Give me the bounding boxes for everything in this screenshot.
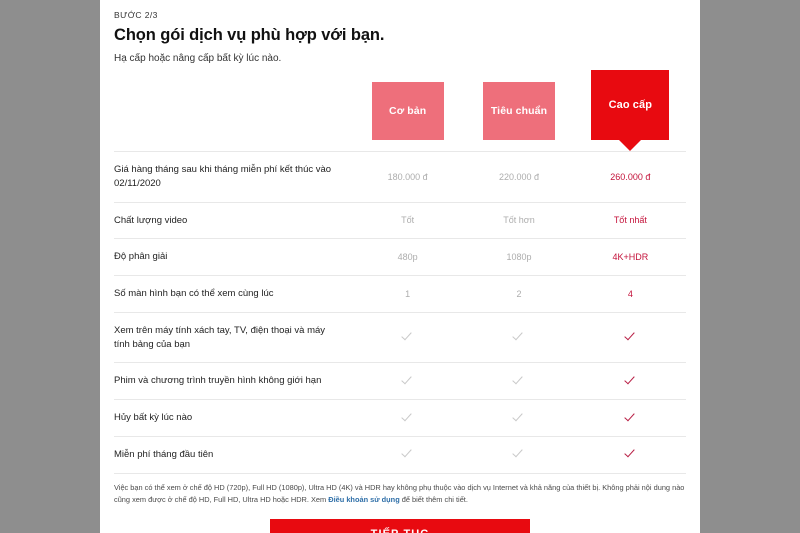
checkmark-icon <box>463 400 574 437</box>
plan-option-standard[interactable]: Tiêu chuẩn <box>482 82 555 140</box>
checkmark-icon <box>352 436 463 472</box>
page-title: Chọn gói dịch vụ phù hợp với bạn. <box>114 26 385 44</box>
continue-button[interactable]: TIẾP TỤC <box>270 518 530 533</box>
feature-value: 4K+HDR <box>612 252 649 263</box>
check-icon <box>402 412 413 423</box>
check-icon <box>513 448 524 459</box>
feature-value: Tốt nhất <box>613 215 647 226</box>
feature-label: Độ phân giải <box>114 251 168 263</box>
feature-value: 2 <box>516 288 522 299</box>
plan-column-standard: Tiêu chuẩn <box>463 70 574 151</box>
feature-label: Hủy bất kỳ lúc nào <box>114 412 193 424</box>
plan-comparison-table: Giá hàng tháng sau khi tháng miễn phí kế… <box>114 151 686 473</box>
plan-header-row: Cơ bản Tiêu chuẩn Cao cấp <box>114 70 686 151</box>
feature-value: 1 <box>405 288 411 299</box>
table-row: Miễn phí tháng đầu tiên <box>114 436 686 472</box>
feature-value: Tốt <box>401 215 415 226</box>
check-icon <box>625 412 636 423</box>
plan-option-basic[interactable]: Cơ bản <box>371 82 444 140</box>
check-icon <box>513 412 524 423</box>
feature-value: 260.000 đ <box>610 171 651 182</box>
feature-value: 220.000 đ <box>498 171 540 182</box>
cta-container: TIẾP TỤC <box>114 506 686 533</box>
table-row: Xem trên máy tính xách tay, TV, điện tho… <box>114 312 686 363</box>
plan-name-label: Cao cấp <box>608 99 653 111</box>
checkmark-icon <box>463 312 574 363</box>
plan-column-basic: Cơ bản <box>352 70 463 151</box>
checkmark-icon <box>575 436 686 472</box>
checkmark-icon <box>463 436 574 472</box>
plan-selection-card: BƯỚC 2/3 Chọn gói dịch vụ phù hợp với bạ… <box>100 0 700 533</box>
checkmark-icon <box>575 312 686 363</box>
feature-label: Chất lượng video <box>114 214 188 226</box>
table-row: Chất lượng video Tốt Tốt hơn Tốt nhất <box>114 202 686 239</box>
step-indicator: BƯỚC 2/3 <box>114 10 158 20</box>
table-row: Giá hàng tháng sau khi tháng miễn phí kế… <box>114 151 686 203</box>
feature-label: Số màn hình bạn có thể xem cùng lúc <box>114 288 274 300</box>
check-icon <box>625 448 636 459</box>
check-icon <box>513 331 524 342</box>
terms-of-use-link[interactable]: Điều khoản sử dụng <box>328 495 399 504</box>
checkmark-icon <box>575 363 686 400</box>
table-row: Độ phân giải 480p 1080p 4K+HDR <box>114 238 686 276</box>
feature-value: Tốt hơn <box>503 215 535 226</box>
table-row: Số màn hình bạn có thể xem cùng lúc 1 2 4 <box>114 275 686 313</box>
checkmark-icon <box>352 400 463 437</box>
check-icon <box>625 375 636 386</box>
feature-value: 180.000 đ <box>387 171 428 182</box>
checkmark-icon <box>352 312 463 363</box>
feature-label: Xem trên máy tính xách tay, TV, điện tho… <box>114 324 326 350</box>
feature-value: 4 <box>627 288 633 299</box>
check-icon <box>402 375 413 386</box>
check-icon <box>402 331 413 342</box>
checkmark-icon <box>575 400 686 437</box>
checkmark-icon <box>352 363 463 400</box>
feature-label: Phim và chương trình truyền hình không g… <box>114 375 322 387</box>
feature-value: 1080p <box>506 252 532 263</box>
disclaimer-text: Việc bạn có thể xem ở chế độ HD (720p), … <box>114 472 686 506</box>
plan-name-label: Tiêu chuẩn <box>490 105 548 117</box>
plan-option-premium[interactable]: Cao cấp <box>591 70 670 140</box>
feature-value: 480p <box>397 252 418 263</box>
check-icon <box>402 448 413 459</box>
feature-label: Giá hàng tháng sau khi tháng miễn phí kế… <box>114 164 332 189</box>
page-background: BƯỚC 2/3 Chọn gói dịch vụ phù hợp với bạ… <box>0 0 800 533</box>
checkmark-icon <box>463 363 574 400</box>
plan-name-label: Cơ bản <box>389 105 427 117</box>
check-icon <box>625 331 636 342</box>
check-icon <box>513 375 524 386</box>
table-row: Phim và chương trình truyền hình không g… <box>114 362 686 400</box>
feature-label: Miễn phí tháng đầu tiên <box>114 448 214 460</box>
table-row: Hủy bất kỳ lúc nào <box>114 399 686 437</box>
plan-column-premium: Cao cấp <box>575 70 686 151</box>
disclaimer-text-part2: để biết thêm chi tiết. <box>399 494 468 504</box>
page-subtitle: Hạ cấp hoặc nâng cấp bất kỳ lúc nào. <box>114 53 282 64</box>
